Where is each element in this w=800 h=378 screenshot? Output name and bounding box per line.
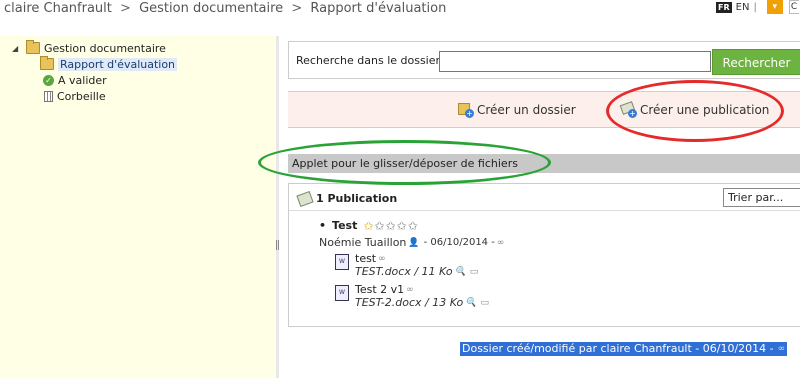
menu-toggle-icon[interactable]: ▾ [766,0,783,14]
publications-panel: 1 Publication Trier par... • Test ✩ ✩ ✩ … [288,183,800,327]
bullet-icon: • [319,219,327,232]
splitter-grip-icon[interactable] [276,240,279,250]
top-bar: claire Chanfrault > Gestion documentaire… [0,0,800,26]
tree-root-label: Gestion documentaire [44,41,166,55]
attachment-item: W test ∞ TEST.docx / 11 Ko 🔍 ▭ [335,252,480,278]
author-name[interactable]: Noémie Tuaillon [319,236,406,249]
search-button[interactable]: Rechercher [712,49,800,75]
folder-footer: Dossier créé/modifié par claire Chanfrau… [460,342,788,356]
tree-item-label: A valider [58,73,107,87]
red-annotation-ellipse [606,80,784,142]
star-icon[interactable]: ✩ [385,220,395,232]
link-icon[interactable]: ∞ [378,254,386,264]
panel-splitter[interactable] [276,36,279,378]
collapse-icon[interactable]: ◢ [12,44,26,53]
footer-text: Dossier créé/modifié par claire Chanfrau… [462,342,774,355]
tree-item-label: Corbeille [57,89,106,103]
tree-item-rapport[interactable]: Rapport d'évaluation [12,56,178,72]
publication-date: - 06/10/2014 - [423,237,495,248]
breadcrumb-section[interactable]: Gestion documentaire [139,1,283,16]
folder-search-panel: Recherche dans le dossier : Rechercher [288,41,800,79]
tree-item-a-valider[interactable]: ✓ A valider [12,72,177,88]
link-icon[interactable]: ∞ [406,285,414,295]
publication-author-row: Noémie Tuaillon 👤 - 06/10/2014 - ∞ [319,236,506,249]
folder-icon [26,40,40,54]
publication-icon [296,190,314,207]
breadcrumb-separator: > [291,1,303,16]
folder-tree: ◢ Gestion documentaire Rapport d'évaluat… [12,40,178,104]
create-folder-button[interactable]: + Créer un dossier [458,102,576,118]
publications-header: 1 Publication [296,190,398,207]
magnifier-icon[interactable]: 🔍 [455,267,466,277]
trash-icon [44,90,53,102]
lang-fr[interactable]: FR [716,1,732,13]
tree-item-label: Rapport d'évaluation [58,57,178,71]
attachment-name[interactable]: Test 2 v1 [355,283,404,296]
folder-icon [40,56,54,70]
attachment-meta[interactable]: TEST.docx / 11 Ko [355,265,453,278]
lang-en[interactable]: EN [736,2,750,13]
rating-stars[interactable]: ✩ ✩ ✩ ✩ ✩ [363,220,417,232]
create-folder-label: Créer un dossier [477,103,576,117]
film-icon[interactable]: ▭ [470,267,479,277]
add-folder-icon: + [458,102,474,118]
user-icon: 👤 [408,237,420,248]
star-icon[interactable]: ✩ [363,220,373,232]
attachment-meta[interactable]: TEST-2.docx / 13 Ko [355,296,463,309]
sidebar: ◢ Gestion documentaire Rapport d'évaluat… [0,36,276,378]
magnifier-icon[interactable]: 🔍 [465,298,476,308]
link-icon[interactable]: ∞ [778,342,786,356]
publication-title[interactable]: Test [332,219,357,232]
star-icon[interactable]: ✩ [374,220,384,232]
link-icon[interactable]: ∞ [497,238,505,248]
attachment-name[interactable]: test [355,252,376,265]
breadcrumb-separator: > [120,1,131,16]
word-doc-icon: W [335,285,349,301]
sort-select[interactable]: Trier par... [723,188,800,207]
check-icon: ✓ [43,74,54,86]
tree-root[interactable]: ◢ Gestion documentaire [12,40,177,56]
language-switcher: FR EN | ▾ C [716,0,799,14]
word-doc-icon: W [335,254,349,270]
search-input[interactable] [439,51,711,72]
publication-count: 1 Publication [316,192,398,205]
green-annotation-ellipse [258,140,551,185]
publication-title-row: • Test ✩ ✩ ✩ ✩ ✩ [319,219,418,232]
lang-divider: | [753,1,757,13]
star-icon[interactable]: ✩ [397,220,407,232]
attachment-item: W Test 2 v1 ∞ TEST-2.docx / 13 Ko 🔍 ▭ [335,283,491,309]
breadcrumb: claire Chanfrault > Gestion documentaire… [4,1,446,16]
star-icon[interactable]: ✩ [408,220,418,232]
breadcrumb-page: Rapport d'évaluation [310,1,447,16]
film-icon[interactable]: ▭ [481,298,490,308]
search-label: Recherche dans le dossier : [296,54,448,67]
cut-off-button[interactable]: C [788,0,799,14]
tree-item-corbeille[interactable]: Corbeille [12,88,177,104]
divider [289,210,800,211]
breadcrumb-user[interactable]: claire Chanfrault [4,1,112,16]
